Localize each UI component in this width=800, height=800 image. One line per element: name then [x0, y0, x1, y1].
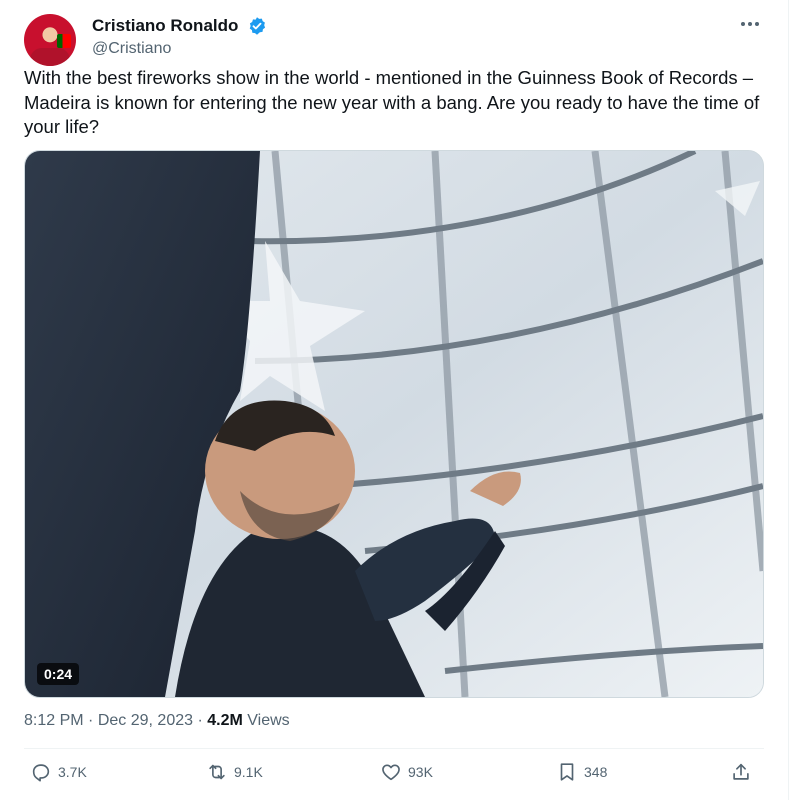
tweet-actions: 3.7K 9.1K 93K 348 [30, 760, 760, 784]
tweet-text: With the best fireworks show in the worl… [24, 67, 760, 137]
avatar-shirt [30, 48, 70, 66]
reply-count: 3.7K [58, 764, 87, 780]
video-duration-badge: 0:24 [37, 663, 80, 685]
avatar-flag [57, 34, 71, 48]
tweet-card: Cristiano Ronaldo @Cristiano With the be… [0, 0, 789, 800]
video-player[interactable]: 0:24 [24, 150, 764, 698]
tweet-time[interactable]: 8:12 PM [24, 712, 84, 729]
avatar[interactable] [24, 14, 76, 66]
like-button[interactable]: 93K [380, 760, 433, 784]
meta-separator: · [88, 712, 94, 729]
reply-button[interactable]: 3.7K [30, 760, 87, 784]
heart-icon [382, 764, 400, 781]
retweet-count: 9.1K [234, 764, 263, 780]
retweet-button[interactable]: 9.1K [206, 760, 263, 784]
share-icon [733, 763, 749, 780]
more-horizontal-icon[interactable] [736, 14, 764, 34]
author-display-name[interactable]: Cristiano Ronaldo [92, 16, 238, 36]
like-count: 93K [408, 764, 433, 780]
bookmark-count: 348 [584, 764, 608, 780]
meta-separator: · [197, 712, 203, 729]
reply-icon [32, 764, 50, 782]
views-count: 4.2M [207, 712, 243, 729]
tweet-header: Cristiano Ronaldo @Cristiano [24, 14, 764, 66]
author-handle[interactable]: @Cristiano [92, 38, 267, 60]
video-frame [25, 151, 763, 697]
bookmark-button[interactable]: 348 [556, 760, 607, 784]
verified-badge-icon [249, 17, 265, 35]
tweet-meta: 8:12 PM · Dec 29, 2023 · 4.2M Views [24, 712, 290, 730]
divider [24, 748, 764, 749]
tweet-date[interactable]: Dec 29, 2023 [98, 712, 193, 729]
author-names: Cristiano Ronaldo @Cristiano [92, 16, 267, 60]
bookmark-icon [560, 763, 574, 781]
retweet-icon [209, 764, 225, 780]
views-label: Views [247, 712, 290, 729]
share-button[interactable] [730, 760, 758, 784]
